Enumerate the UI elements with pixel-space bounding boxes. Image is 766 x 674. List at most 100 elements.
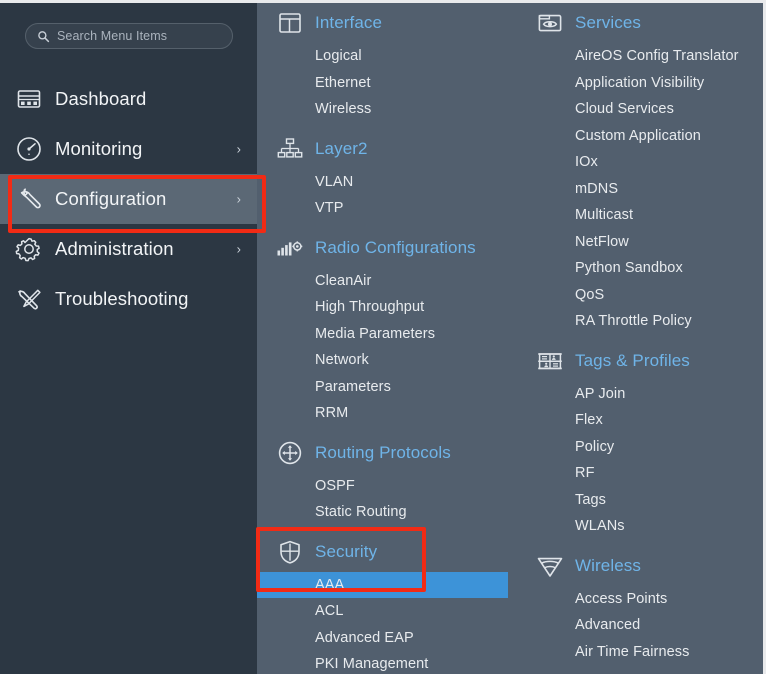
menu-group-title: Layer2 [315, 139, 368, 159]
menu-item-label: AP Join [575, 386, 625, 402]
sidebar-item-label: Monitoring [55, 138, 142, 160]
menu-item-advanced-eap[interactable]: Advanced EAP [257, 625, 517, 652]
group-spacer [517, 665, 763, 671]
menu-item-netflow[interactable]: NetFlow [517, 229, 763, 256]
menu-item-label: QoS [575, 287, 604, 303]
menu-group-header[interactable]: Layer2 [257, 129, 517, 169]
menu-item-mdns[interactable]: mDNS [517, 176, 763, 203]
menu-item-high-throughput[interactable]: High Throughput [257, 294, 517, 321]
sidebar-item-troubleshooting[interactable]: Troubleshooting [0, 274, 257, 324]
wrench-icon [14, 184, 44, 214]
menu-group: Tags & Profiles AP Join Flex Policy RF Tags WL… [517, 341, 763, 546]
menu-group-header[interactable]: Routing Protocols [257, 433, 517, 473]
menu-item-rrm[interactable]: RRM [257, 400, 517, 427]
menu-group-title: Services [575, 13, 641, 33]
menu-group-header[interactable]: Security [257, 532, 517, 572]
menu-item-label: CleanAir [315, 273, 371, 289]
search-input[interactable]: Search Menu Items [25, 23, 233, 49]
menu-item-label: AAA [315, 577, 344, 593]
menu-item-cloud-services[interactable]: Cloud Services [517, 96, 763, 123]
chevron-right-icon: › [237, 193, 241, 206]
menu-item-tags[interactable]: Tags [517, 487, 763, 514]
menu-group-title: Routing Protocols [315, 443, 451, 463]
menu-group-header[interactable]: Tags & Profiles [517, 341, 763, 381]
menu-group-title: Radio Configurations [315, 238, 476, 258]
menu-item-logical[interactable]: Logical [257, 43, 517, 70]
menu-item-cleanair[interactable]: CleanAir [257, 268, 517, 295]
menu-item-parameters[interactable]: Parameters [257, 374, 517, 401]
menu-item-aaa[interactable]: AAA [257, 572, 508, 599]
menu-group-title: Interface [315, 13, 382, 33]
menu-item-application-visibility[interactable]: Application Visibility [517, 70, 763, 97]
shield-icon [275, 537, 305, 567]
menu-item-ospf[interactable]: OSPF [257, 473, 517, 500]
menu-item-flex[interactable]: Flex [517, 407, 763, 434]
menu-item-wlans[interactable]: WLANs [517, 513, 763, 540]
menu-item-ethernet[interactable]: Ethernet [257, 70, 517, 97]
sidebar-item-label: Configuration [55, 188, 166, 210]
menu-item-qos[interactable]: QoS [517, 282, 763, 309]
wifi-cone-icon [535, 551, 565, 581]
menu-group-title: Wireless [575, 556, 641, 576]
menu-item-label: High Throughput [315, 299, 424, 315]
menu-item-acl[interactable]: ACL [257, 598, 517, 625]
menu-group-title: Security [315, 542, 377, 562]
menu-group-title: Tags & Profiles [575, 351, 690, 371]
menu-item-label: Network [315, 352, 369, 368]
menu-group: Interface LogicalEthernet Wireless [257, 3, 517, 129]
menu-group-header[interactable]: Wireless [517, 546, 763, 586]
menu-item-media-parameters[interactable]: Media Parameters [257, 321, 517, 348]
menu-item-air-time-fairness[interactable]: Air Time Fairness [517, 639, 763, 666]
menu-item-ap-join[interactable]: AP Join [517, 381, 763, 408]
menu-item-label: VTP [315, 200, 344, 216]
menu-group: Routing Protocols OSPF Static Routing [257, 433, 517, 532]
menu-item-label: Wireless [315, 101, 371, 117]
sidebar-item-dashboard[interactable]: Dashboard [0, 74, 257, 124]
gauge-icon [14, 134, 44, 164]
menu-item-label: Python Sandbox [575, 260, 683, 276]
sidebar-item-monitoring[interactable]: Monitoring › [0, 124, 257, 174]
menu-item-ra-throttle-policy[interactable]: RA Throttle Policy [517, 308, 763, 335]
menu-item-custom-application[interactable]: Custom Application [517, 123, 763, 150]
menu-item-label: RA Throttle Policy [575, 313, 692, 329]
menu-item-label: Policy [575, 439, 614, 455]
menu-item-label: VLAN [315, 174, 353, 190]
menu-group-header[interactable]: Interface [257, 3, 517, 43]
menu-screenshot: Search Menu Items Dashboard [0, 0, 766, 674]
sidebar-nav: Dashboard Monitoring › Configura [0, 74, 257, 324]
menu-item-network[interactable]: Network [257, 347, 517, 374]
gear-icon [14, 234, 44, 264]
menu-item-advanced[interactable]: Advanced [517, 612, 763, 639]
menu-group: Wireless Access Points AdvancedAir Time Fa… [517, 546, 763, 672]
search-menu-items[interactable]: Search Menu Items [25, 23, 233, 49]
menu-item-access-points[interactable]: Access Points [517, 586, 763, 613]
menu-item-aireos-config-translator[interactable]: AireOS Config Translator [517, 43, 763, 70]
menu-item-vlan[interactable]: VLAN [257, 169, 517, 196]
menu-column-right: Services AireOS Config Translator Applicat… [517, 3, 763, 671]
menu-item-pki-management[interactable]: PKI Management [257, 651, 517, 674]
menu-item-label: Application Visibility [575, 75, 704, 91]
menu-item-label: PKI Management [315, 656, 428, 672]
menu-item-iox[interactable]: IOx [517, 149, 763, 176]
menu-item-label: Advanced EAP [315, 630, 414, 646]
sidebar-item-configuration[interactable]: Configuration › [0, 174, 257, 224]
sidebar-item-administration[interactable]: Administration › [0, 224, 257, 274]
menu-item-policy[interactable]: Policy [517, 434, 763, 461]
menu-item-vtp[interactable]: VTP [257, 195, 517, 222]
hierarchy-icon [275, 134, 305, 164]
menu-item-label: mDNS [575, 181, 618, 197]
menu-item-wireless[interactable]: Wireless [257, 96, 517, 123]
menu-item-label: Static Routing [315, 504, 407, 520]
dashboard-icon [14, 84, 44, 114]
search-icon [37, 30, 50, 43]
menu-group-header[interactable]: Radio Configurations [257, 228, 517, 268]
menu-item-label: Tags [575, 492, 606, 508]
menu-item-python-sandbox[interactable]: Python Sandbox [517, 255, 763, 282]
menu-item-multicast[interactable]: Multicast [517, 202, 763, 229]
menu-item-static-routing[interactable]: Static Routing [257, 499, 517, 526]
routing-arrows-icon [275, 438, 305, 468]
menu-item-label: Access Points [575, 591, 667, 607]
menu-group-header[interactable]: Services [517, 3, 763, 43]
menu-item-rf[interactable]: RF [517, 460, 763, 487]
services-eye-icon [535, 8, 565, 38]
